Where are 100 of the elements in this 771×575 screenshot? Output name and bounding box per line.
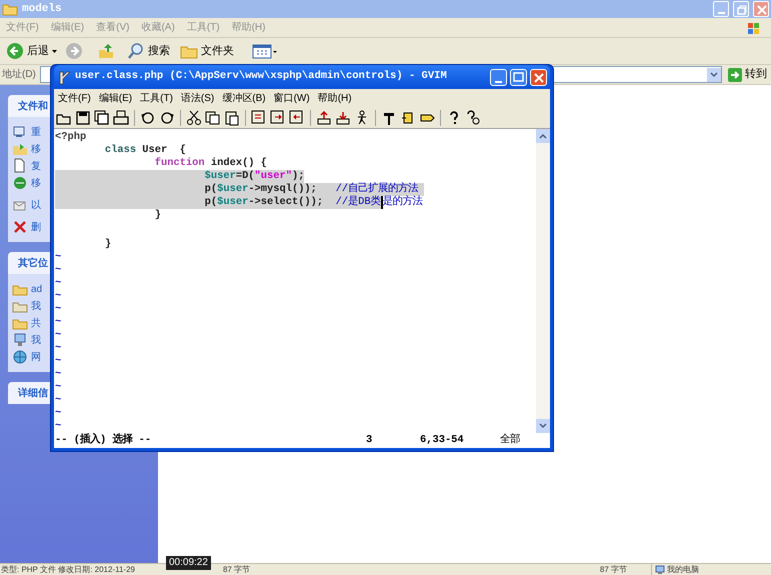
code-text: $user [217,196,248,209]
menu-item[interactable]: 帮助(H) [314,90,356,106]
go-button[interactable]: 转到 [726,66,769,83]
code-text: class [104,144,136,157]
panel-link[interactable]: ad [31,282,42,296]
code-text: //自己扩展的方法 [336,183,424,196]
cut-icon[interactable] [186,110,202,126]
magnifier-icon [127,42,145,60]
network-icon [12,349,28,365]
code-text: $user [217,183,248,196]
panel-link[interactable]: 共 [31,316,41,330]
code-text: index() { [210,157,268,170]
panel-link[interactable]: 移 [31,142,41,156]
empty-line-marker: ~ [55,303,62,316]
panel-title[interactable]: 其它位 [18,256,48,270]
panel-link[interactable]: 我 [31,298,41,314]
code-text: ->select()); [248,196,336,209]
redo-icon[interactable] [159,110,175,126]
empty-line-marker: ~ [55,342,62,355]
code-text: function [154,157,205,170]
code-text: ); [292,170,304,183]
panel-title[interactable]: 详细信 [18,386,48,400]
move-folder-icon [12,141,28,157]
scroll-up-icon[interactable] [536,129,550,143]
menu-item[interactable]: 文件(F) [54,90,95,106]
delete-icon [12,219,28,235]
up-folder-icon[interactable] [97,42,115,60]
panel-link[interactable]: 复 [31,158,41,174]
close-button[interactable] [530,68,547,86]
empty-line-marker: ~ [55,407,62,420]
code-text: User { [141,144,186,157]
menu-item[interactable]: 工具(T) [180,20,226,35]
scroll-down-icon[interactable] [536,419,550,433]
computer-icon [12,332,28,348]
minimize-button[interactable] [490,68,507,86]
menu-item[interactable]: 窗口(W) [270,90,314,106]
load-session-icon[interactable] [316,110,332,126]
copy-icon[interactable] [205,110,221,126]
code-text: "user" [254,170,292,183]
menu-item[interactable]: 编辑(E) [94,90,136,106]
empty-line-marker: ~ [55,264,62,277]
menu-item[interactable]: 收藏(A) [135,20,181,35]
save-icon[interactable] [75,110,91,126]
find-replace-icon[interactable] [251,110,267,126]
find-next-icon[interactable] [270,110,286,126]
empty-line-marker: ~ [55,277,62,290]
code-text: ->mysql()); [248,183,336,196]
scroll-position: 全部 [500,432,520,448]
empty-line-marker: ~ [55,394,62,407]
mode-indicator: -- (插入) 选择 -- [54,432,152,448]
undo-icon[interactable] [140,110,156,126]
save-all-icon[interactable] [94,110,110,126]
panel-title[interactable]: 文件和 [18,98,48,114]
code-text: =D( [236,170,255,183]
status-text: 87 字节 [222,564,250,575]
status-text: 87 字节 [600,564,627,575]
find-previous-icon[interactable] [289,110,305,126]
empty-line-marker: ~ [55,329,62,342]
code-text: } [154,209,162,222]
print-icon[interactable] [113,110,129,126]
computer-icon [655,564,665,574]
save-session-icon[interactable] [335,110,351,126]
panel-link[interactable]: 删 [31,220,41,234]
restore-button[interactable] [510,68,527,86]
panel-link[interactable]: 重 [31,124,41,140]
panel-link[interactable]: 网 [31,350,41,364]
maximize-icon [511,70,526,84]
panel-link[interactable]: 以 [31,198,41,212]
arrow-icon [728,68,742,82]
menu-item[interactable]: 文件(F) [0,20,45,35]
folders-button[interactable]: 文件夹 [178,40,236,62]
code-text: $user [55,170,236,183]
paste-icon[interactable] [224,110,240,126]
menu-item[interactable]: 查看(V) [90,20,136,35]
window-title: models [22,2,63,17]
search-button[interactable]: 搜索 [125,40,172,62]
status-text: 类型: PHP 文件 修改日期: 2012-11-29 [0,564,135,575]
menu-item[interactable]: 语法(S) [176,90,218,106]
code-text: <?php [55,131,86,144]
find-help-icon[interactable] [465,110,481,126]
code-text: 是的方法 [380,196,423,209]
code-text: p( [55,183,218,196]
video-timestamp: 00:09:22 [166,556,211,570]
views-icon[interactable] [252,42,278,60]
cursor-position: 6,33-54 [420,432,465,448]
menu-item[interactable]: 缓冲区(B) [218,90,270,106]
menu-item[interactable]: 帮助(H) [226,20,272,35]
panel-link[interactable]: 我 [31,332,41,348]
back-button[interactable]: 后退 [4,40,59,62]
minimize-icon [718,12,724,14]
status-text: 我的电脑 [667,564,699,575]
panel-link[interactable]: 移 [31,176,41,190]
caret-icon [52,48,57,54]
menu-item[interactable]: 工具(T) [136,90,177,106]
dropdown-icon [707,68,721,82]
empty-line-marker: ~ [55,381,62,394]
minimize-icon [495,80,502,82]
empty-line-marker: ~ [55,355,62,368]
selection-count: 3 [366,432,374,448]
menu-item[interactable]: 编辑(E) [44,20,90,35]
